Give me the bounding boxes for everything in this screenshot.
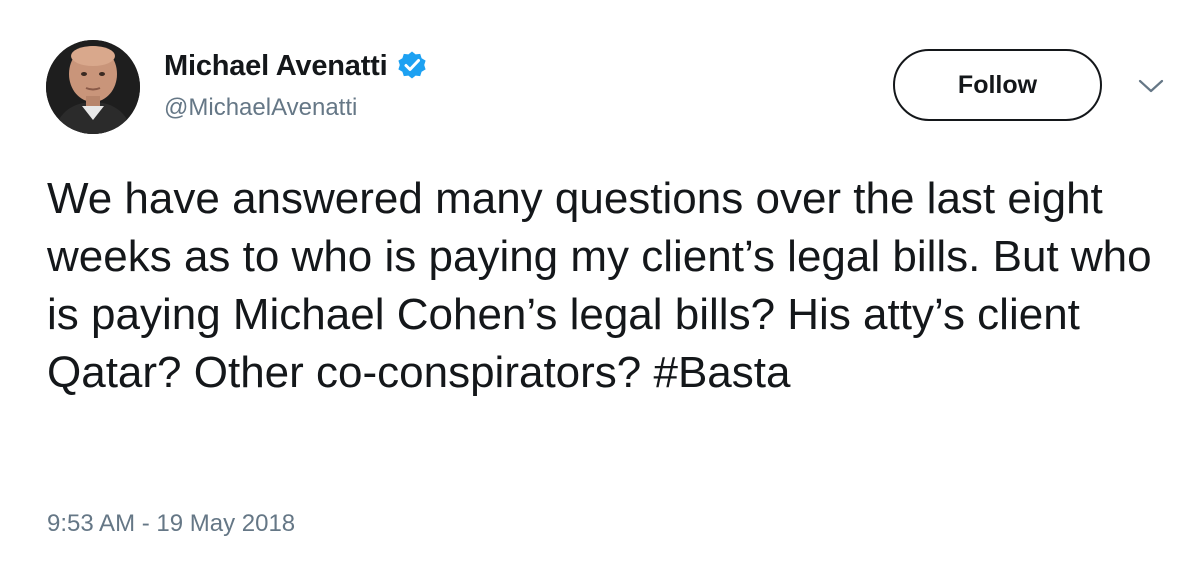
display-name[interactable]: Michael Avenatti: [164, 50, 388, 83]
verified-badge-icon: [396, 50, 428, 82]
hashtag-link[interactable]: #Basta: [653, 348, 790, 397]
user-handle[interactable]: @MichaelAvenatti: [164, 94, 357, 122]
tweet-body: We have answered many questions over the…: [47, 174, 1152, 397]
tweet-text: We have answered many questions over the…: [47, 170, 1167, 402]
user-name-row: Michael Avenatti: [164, 46, 428, 86]
avatar[interactable]: [46, 40, 140, 134]
chevron-down-icon[interactable]: [1136, 74, 1166, 98]
tweet-timestamp[interactable]: 9:53 AM - 19 May 2018: [47, 510, 295, 538]
follow-button[interactable]: Follow: [893, 49, 1102, 121]
tweet-card: Michael Avenatti @MichaelAvenatti Follow…: [0, 0, 1200, 572]
